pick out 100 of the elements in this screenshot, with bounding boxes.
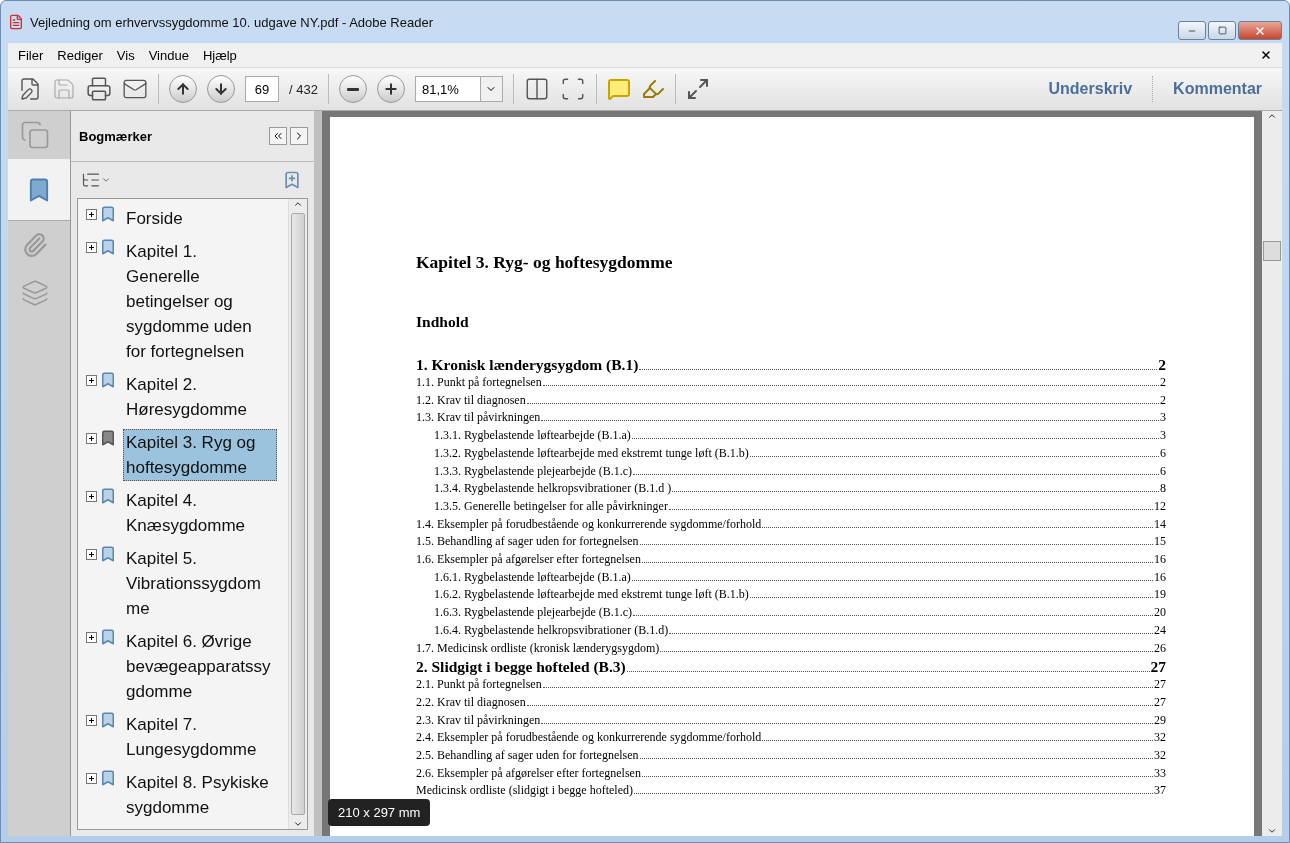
expand-toggle-icon[interactable]: [86, 209, 97, 220]
expand-toggle-icon[interactable]: [86, 491, 97, 502]
toc-entry[interactable]: 2.4. Eksempler på forudbestående og konkurrerende sygdomme/forhold: [416, 729, 762, 748]
panel-title: Bogmærker: [79, 128, 153, 144]
arrow-down-icon: [213, 81, 229, 97]
minimize-button[interactable]: [1178, 21, 1206, 40]
zoom-dropdown-button[interactable]: [480, 76, 503, 102]
contents-heading: Indhold: [416, 313, 470, 331]
print-icon[interactable]: [86, 76, 112, 102]
toc-entry[interactable]: 1.3. Krav til påvirkningen: [416, 409, 541, 428]
bookmark-icon: [99, 769, 117, 787]
page-number-field[interactable]: 69: [245, 76, 279, 102]
toc-entry[interactable]: 1.7. Medicinsk ordliste (kronisk lænderygsygdom): [416, 639, 660, 658]
bookmark-item[interactable]: Kapitel 1. Generelle betingelser og sygdomme uden for fortegnelsen: [123, 238, 277, 365]
toc-entry[interactable]: 2. Slidgigt i begge hofteled (B.3): [416, 657, 626, 677]
menu-item[interactable]: Rediger: [57, 47, 103, 63]
double-chevron-icon: [272, 130, 284, 142]
toc-page-number: 32: [1154, 729, 1166, 747]
toc-entry[interactable]: 2.3. Krav til påvirkningen: [416, 711, 541, 730]
toc-entry[interactable]: 1.6.4. Rygbelastende helkropsvibrationer (B.1.d): [434, 621, 669, 640]
toc-entry[interactable]: 1.2. Krav til diagnosen: [416, 391, 526, 410]
toc-entry[interactable]: 1. Kronisk lænderygsygdom (B.1): [416, 355, 639, 374]
expand-toggle-icon[interactable]: [86, 632, 97, 643]
toc-page-number: 27: [1154, 676, 1166, 694]
toc-entry[interactable]: 1.6.3. Rygbelastende plejearbejde (B.1.c): [434, 604, 633, 622]
bookmark-item[interactable]: Kapitel 7. Lungesygdomme: [123, 711, 277, 763]
edit-icon[interactable]: [18, 77, 42, 101]
toc-entry[interactable]: 2.2. Krav til diagnosen: [416, 693, 526, 712]
toc-page-number: 16: [1154, 568, 1166, 586]
expand-toggle-icon[interactable]: [86, 242, 97, 253]
toolbar-action[interactable]: Underskriv: [1038, 80, 1143, 98]
previous-page-button[interactable]: [169, 75, 197, 103]
toc-entry[interactable]: 1.3.1. Rygbelastende løftearbejde (B.1.a): [434, 427, 631, 445]
highlighter-icon[interactable]: [640, 77, 665, 101]
toc-page-number: 20: [1154, 604, 1166, 622]
toc-page-number: 2: [1158, 355, 1166, 374]
scrollbar[interactable]: [1262, 111, 1282, 836]
menu-item[interactable]: Hjælp: [202, 47, 237, 63]
maximize-button[interactable]: [1208, 21, 1236, 40]
bookmark-item[interactable]: Kapitel 4. Knæsygdomme: [123, 487, 277, 539]
toc-page-number: 2: [1160, 374, 1166, 391]
toc-page-number: 37: [1154, 782, 1166, 800]
expand-panel-button[interactable]: [290, 127, 308, 145]
close-button[interactable]: [1238, 21, 1282, 40]
scroll-down-icon[interactable]: [293, 819, 303, 829]
bookmark-icon: [99, 545, 117, 563]
expand-toggle-icon[interactable]: [86, 549, 97, 560]
toc-entry[interactable]: 1.1. Punkt på fortegnelsen: [416, 374, 542, 392]
scroll-up-icon[interactable]: [293, 199, 303, 209]
zoom-out-button[interactable]: [338, 75, 367, 103]
arrow-up-icon: [175, 81, 191, 97]
toc-page-number: 3: [1160, 427, 1166, 445]
toc-entry[interactable]: 1.4. Eksempler på forudbestående og konkurrerende sygdomme/forhold: [416, 515, 762, 534]
menu-item[interactable]: Vis: [116, 47, 135, 63]
bookmark-item[interactable]: Kapitel 2. Høresygdomme: [123, 371, 277, 423]
scrollbar-thumb[interactable]: [1263, 241, 1281, 261]
toc-entry[interactable]: 1.3.3. Rygbelastende plejearbejde (B.1.c): [434, 462, 633, 481]
toc-entry[interactable]: 2.6. Eksempler på afgørelser efter fortegnelsen: [416, 764, 641, 783]
bookmark-item[interactable]: Kapitel 5. Vibrationssygdomme: [123, 545, 277, 622]
scrollbar[interactable]: [288, 199, 307, 829]
bookmark-item[interactable]: Kapitel 3. Ryg og hoftesygdomme: [123, 429, 277, 481]
toc-entry[interactable]: 1.3.5. Generelle betingelser for alle påvirkninger: [434, 497, 668, 516]
toc-entry[interactable]: 1.6.1. Rygbelastende løftearbejde (B.1.a): [434, 568, 631, 587]
scroll-up-icon[interactable]: [1267, 111, 1277, 121]
close-document-icon[interactable]: [1260, 49, 1272, 61]
toolbar-action[interactable]: Kommentar: [1163, 80, 1272, 98]
bookmark-icon: [99, 205, 117, 223]
toc-entry[interactable]: 1.6. Eksempler på afgørelser efter fortegnelsen: [416, 551, 641, 569]
scroll-down-icon[interactable]: [1267, 826, 1277, 836]
full-screen-icon[interactable]: [685, 77, 710, 101]
collapse-panel-button[interactable]: [269, 127, 287, 145]
toc-entry[interactable]: 1.3.4. Rygbelastende helkropsvibrationer (B.1.d ): [434, 480, 672, 498]
toc-page-number: 27: [1154, 693, 1166, 711]
pages-icon: [20, 120, 50, 150]
expand-toggle-icon[interactable]: [86, 375, 97, 386]
toc-entry[interactable]: 2.1. Punkt på fortegnelsen: [416, 676, 542, 694]
expand-toggle-icon[interactable]: [86, 773, 97, 784]
sidebar-tab[interactable]: [8, 159, 70, 221]
toc-entry[interactable]: Medicinsk ordliste (slidgigt i begge hofteled): [416, 782, 633, 801]
zoom-in-button[interactable]: [376, 75, 405, 103]
page-size-tooltip: 210 x 297 mm: [328, 799, 431, 826]
bookmark-item[interactable]: Forside: [123, 205, 277, 232]
paperclip-icon: [22, 232, 48, 258]
new-bookmark-button[interactable]: [282, 170, 302, 190]
zoom-field[interactable]: 81,1%: [414, 76, 481, 102]
toc-entry[interactable]: 1.6.2. Rygbelastende løftearbejde med ekstremt tunge løft (B.1.b): [434, 586, 749, 605]
toc-page-number: 15: [1154, 533, 1166, 551]
menu-item[interactable]: Filer: [18, 47, 44, 63]
toc-entry[interactable]: 1.5. Behandling af sager uden for fortegnelsen: [416, 533, 639, 552]
scrollbar-thumb[interactable]: [291, 213, 305, 815]
toc-entry[interactable]: 2.5. Behandling af sager uden for fortegnelsen: [416, 747, 639, 765]
menu-item[interactable]: Vindue: [148, 47, 189, 63]
toc-page-number: 12: [1154, 497, 1166, 515]
expand-toggle-icon[interactable]: [86, 715, 97, 726]
bookmark-item[interactable]: Kapitel 8. Psykiske sygdomme: [123, 769, 277, 821]
expand-toggle-icon[interactable]: [86, 433, 97, 444]
caret-icon: [101, 175, 111, 185]
bookmark-item[interactable]: Kapitel 6. Øvrige bevægeapparatssygdomme: [123, 628, 277, 705]
next-page-button[interactable]: [207, 75, 235, 103]
toc-entry[interactable]: 1.3.2. Rygbelastende løftearbejde med ekstremt tunge løft (B.1.b): [434, 444, 749, 463]
